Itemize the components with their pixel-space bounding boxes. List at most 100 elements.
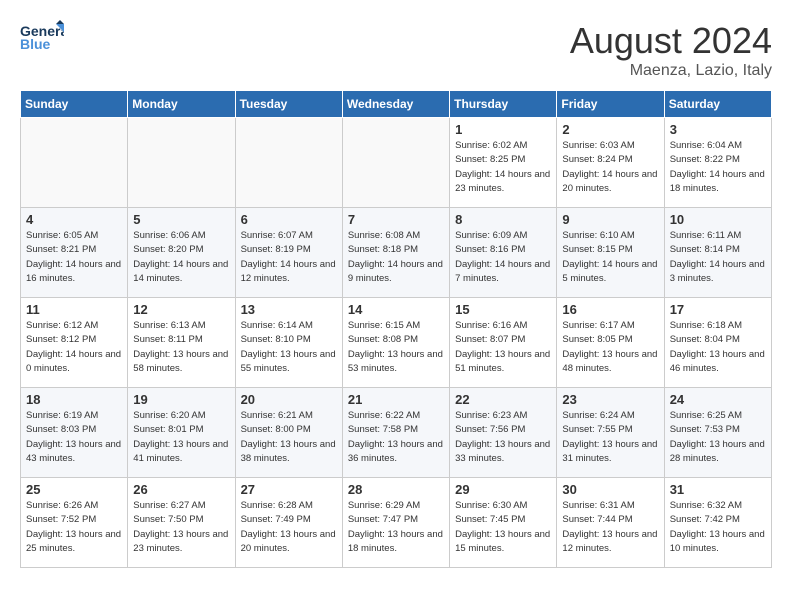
svg-text:Blue: Blue — [20, 36, 51, 52]
day-number: 16 — [562, 302, 658, 317]
day-number: 19 — [133, 392, 229, 407]
weekday-header: Friday — [557, 91, 664, 118]
calendar-cell: 9 Sunrise: 6:10 AMSunset: 8:15 PMDaylight… — [557, 208, 664, 298]
calendar-cell: 22 Sunrise: 6:23 AMSunset: 7:56 PMDayligh… — [450, 388, 557, 478]
day-number: 6 — [241, 212, 337, 227]
day-info: Sunrise: 6:30 AMSunset: 7:45 PMDaylight:… — [455, 499, 551, 556]
day-number: 14 — [348, 302, 444, 317]
day-info: Sunrise: 6:19 AMSunset: 8:03 PMDaylight:… — [26, 409, 122, 466]
calendar-cell — [21, 118, 128, 208]
day-info: Sunrise: 6:17 AMSunset: 8:05 PMDaylight:… — [562, 319, 658, 376]
day-info: Sunrise: 6:25 AMSunset: 7:53 PMDaylight:… — [670, 409, 766, 466]
weekday-header: Tuesday — [235, 91, 342, 118]
calendar-table: SundayMondayTuesdayWednesdayThursdayFrid… — [20, 90, 772, 568]
day-number: 29 — [455, 482, 551, 497]
calendar-cell: 17 Sunrise: 6:18 AMSunset: 8:04 PMDayligh… — [664, 298, 771, 388]
title-block: August 2024 Maenza, Lazio, Italy — [570, 20, 772, 80]
weekday-header: Monday — [128, 91, 235, 118]
weekday-header: Sunday — [21, 91, 128, 118]
calendar-cell: 26Sunrise: 6:27 AMSunset: 7:50 PMDayligh… — [128, 478, 235, 568]
day-info: Sunrise: 6:16 AMSunset: 8:07 PMDaylight:… — [455, 319, 551, 376]
day-info: Sunrise: 6:11 AMSunset: 8:14 PMDaylight:… — [670, 229, 766, 286]
day-info: Sunrise: 6:20 AMSunset: 8:01 PMDaylight:… — [133, 409, 229, 466]
day-info: Sunrise: 6:08 AMSunset: 8:18 PMDaylight:… — [348, 229, 444, 286]
day-info: Sunrise: 6:04 AMSunset: 8:22 PMDaylight:… — [670, 139, 766, 196]
calendar-cell: 19 Sunrise: 6:20 AMSunset: 8:01 PMDayligh… — [128, 388, 235, 478]
day-info: Sunrise: 6:10 AMSunset: 8:15 PMDaylight:… — [562, 229, 658, 286]
calendar-cell: 29 Sunrise: 6:30 AMSunset: 7:45 PMDayligh… — [450, 478, 557, 568]
calendar-cell: 2Sunrise: 6:03 AMSunset: 8:24 PMDaylight… — [557, 118, 664, 208]
day-info: Sunrise: 6:22 AMSunset: 7:58 PMDaylight:… — [348, 409, 444, 466]
day-info: Sunrise: 6:18 AMSunset: 8:04 PMDaylight:… — [670, 319, 766, 376]
day-info: Sunrise: 6:13 AMSunset: 8:11 PMDaylight:… — [133, 319, 229, 376]
calendar-cell: 3 Sunrise: 6:04 AMSunset: 8:22 PMDaylight… — [664, 118, 771, 208]
day-info: Sunrise: 6:02 AMSunset: 8:25 PMDaylight:… — [455, 139, 551, 196]
calendar-cell: 13Sunrise: 6:14 AMSunset: 8:10 PMDayligh… — [235, 298, 342, 388]
day-number: 2 — [562, 122, 658, 137]
day-number: 15 — [455, 302, 551, 317]
day-number: 28 — [348, 482, 444, 497]
day-number: 10 — [670, 212, 766, 227]
calendar-cell — [128, 118, 235, 208]
calendar-cell: 11 Sunrise: 6:12 AMSunset: 8:12 PMDayligh… — [21, 298, 128, 388]
calendar-cell: 18 Sunrise: 6:19 AMSunset: 8:03 PMDayligh… — [21, 388, 128, 478]
day-number: 27 — [241, 482, 337, 497]
day-number: 8 — [455, 212, 551, 227]
calendar-cell: 16 Sunrise: 6:17 AMSunset: 8:05 PMDayligh… — [557, 298, 664, 388]
day-info: Sunrise: 6:32 AMSunset: 7:42 PMDaylight:… — [670, 499, 766, 556]
calendar-cell: 4Sunrise: 6:05 AMSunset: 8:21 PMDaylight… — [21, 208, 128, 298]
calendar-cell: 14Sunrise: 6:15 AMSunset: 8:08 PMDayligh… — [342, 298, 449, 388]
day-number: 11 — [26, 302, 122, 317]
calendar-cell: 30 Sunrise: 6:31 AMSunset: 7:44 PMDayligh… — [557, 478, 664, 568]
day-number: 25 — [26, 482, 122, 497]
day-number: 18 — [26, 392, 122, 407]
calendar-week-row: 11 Sunrise: 6:12 AMSunset: 8:12 PMDayligh… — [21, 298, 772, 388]
calendar-week-row: 1 Sunrise: 6:02 AMSunset: 8:25 PMDaylight… — [21, 118, 772, 208]
calendar-cell: 25 Sunrise: 6:26 AMSunset: 7:52 PMDayligh… — [21, 478, 128, 568]
day-info: Sunrise: 6:05 AMSunset: 8:21 PMDaylight:… — [26, 229, 122, 286]
day-number: 22 — [455, 392, 551, 407]
calendar-cell — [235, 118, 342, 208]
day-info: Sunrise: 6:07 AMSunset: 8:19 PMDaylight:… — [241, 229, 337, 286]
day-info: Sunrise: 6:06 AMSunset: 8:20 PMDaylight:… — [133, 229, 229, 286]
day-number: 20 — [241, 392, 337, 407]
day-number: 9 — [562, 212, 658, 227]
day-number: 23 — [562, 392, 658, 407]
day-info: Sunrise: 6:29 AMSunset: 7:47 PMDaylight:… — [348, 499, 444, 556]
calendar-cell: 21 Sunrise: 6:22 AMSunset: 7:58 PMDayligh… — [342, 388, 449, 478]
calendar-cell: 27 Sunrise: 6:28 AMSunset: 7:49 PMDayligh… — [235, 478, 342, 568]
day-info: Sunrise: 6:26 AMSunset: 7:52 PMDaylight:… — [26, 499, 122, 556]
day-info: Sunrise: 6:12 AMSunset: 8:12 PMDaylight:… — [26, 319, 122, 376]
day-number: 7 — [348, 212, 444, 227]
logo: General Blue — [20, 20, 64, 52]
calendar-cell: 28 Sunrise: 6:29 AMSunset: 7:47 PMDayligh… — [342, 478, 449, 568]
day-info: Sunrise: 6:23 AMSunset: 7:56 PMDaylight:… — [455, 409, 551, 466]
day-number: 17 — [670, 302, 766, 317]
calendar-cell: 20 Sunrise: 6:21 AMSunset: 8:00 PMDayligh… — [235, 388, 342, 478]
day-number: 21 — [348, 392, 444, 407]
day-info: Sunrise: 6:27 AMSunset: 7:50 PMDaylight:… — [133, 499, 229, 556]
day-info: Sunrise: 6:21 AMSunset: 8:00 PMDaylight:… — [241, 409, 337, 466]
day-info: Sunrise: 6:28 AMSunset: 7:49 PMDaylight:… — [241, 499, 337, 556]
weekday-header-row: SundayMondayTuesdayWednesdayThursdayFrid… — [21, 91, 772, 118]
day-number: 3 — [670, 122, 766, 137]
day-number: 30 — [562, 482, 658, 497]
weekday-header: Thursday — [450, 91, 557, 118]
calendar-cell: 15 Sunrise: 6:16 AMSunset: 8:07 PMDayligh… — [450, 298, 557, 388]
day-info: Sunrise: 6:31 AMSunset: 7:44 PMDaylight:… — [562, 499, 658, 556]
calendar-week-row: 18 Sunrise: 6:19 AMSunset: 8:03 PMDayligh… — [21, 388, 772, 478]
calendar-cell: 31Sunrise: 6:32 AMSunset: 7:42 PMDayligh… — [664, 478, 771, 568]
day-number: 1 — [455, 122, 551, 137]
calendar-cell: 24 Sunrise: 6:25 AMSunset: 7:53 PMDayligh… — [664, 388, 771, 478]
day-number: 12 — [133, 302, 229, 317]
calendar-cell: 23 Sunrise: 6:24 AMSunset: 7:55 PMDayligh… — [557, 388, 664, 478]
calendar-cell: 7 Sunrise: 6:08 AMSunset: 8:18 PMDaylight… — [342, 208, 449, 298]
day-info: Sunrise: 6:14 AMSunset: 8:10 PMDaylight:… — [241, 319, 337, 376]
day-info: Sunrise: 6:09 AMSunset: 8:16 PMDaylight:… — [455, 229, 551, 286]
calendar-week-row: 4Sunrise: 6:05 AMSunset: 8:21 PMDaylight… — [21, 208, 772, 298]
day-number: 24 — [670, 392, 766, 407]
calendar-cell: 10 Sunrise: 6:11 AMSunset: 8:14 PMDayligh… — [664, 208, 771, 298]
day-info: Sunrise: 6:24 AMSunset: 7:55 PMDaylight:… — [562, 409, 658, 466]
calendar-cell: 12 Sunrise: 6:13 AMSunset: 8:11 PMDayligh… — [128, 298, 235, 388]
day-number: 5 — [133, 212, 229, 227]
